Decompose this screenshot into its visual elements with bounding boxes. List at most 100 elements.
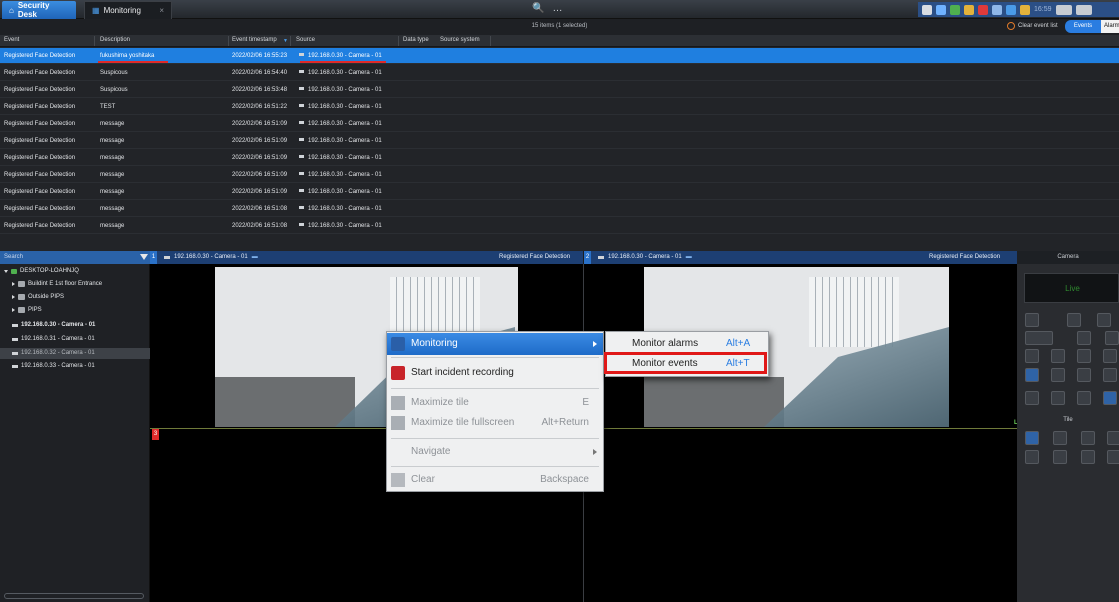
tile-home-button[interactable]	[1081, 450, 1095, 464]
close-tab-icon[interactable]: ×	[159, 6, 164, 15]
prev-button[interactable]	[1051, 368, 1065, 382]
column-source[interactable]: Source	[296, 37, 315, 43]
table-row[interactable]: Registered Face Detection message 2022/02/…	[0, 184, 1119, 200]
search-icon[interactable]: 🔍	[532, 3, 544, 14]
settings-icon[interactable]	[922, 4, 932, 15]
collapse-icon[interactable]	[12, 308, 15, 312]
menu-item-maximize-tile-fullscreen[interactable]: Maximize tile fullscreen Alt+Return	[387, 412, 603, 434]
tile-2-header[interactable]: 2 192.168.0.30 - Camera - 01 ▬ Registere…	[584, 251, 1017, 264]
table-row[interactable]: Registered Face Detection message 2022/02/…	[0, 116, 1119, 132]
sort-desc-icon: ▼	[283, 38, 288, 44]
table-row[interactable]: Registered Face Detection message 2022/02/…	[0, 133, 1119, 149]
tree-item-building-entrance[interactable]: Buildint E 1st floor Entrance	[12, 281, 102, 287]
alarm-icon[interactable]	[978, 4, 988, 15]
more-icon[interactable]: …	[552, 3, 562, 14]
description-cell: Suspicous	[100, 87, 128, 93]
table-row[interactable]: Registered Face Detection message 2022/02/…	[0, 150, 1119, 166]
column-description[interactable]: Description	[100, 37, 130, 43]
menu-item-navigate[interactable]: Navigate	[387, 441, 603, 463]
pause-button[interactable]	[1067, 313, 1081, 327]
table-row[interactable]: Registered Face Detection fukushima yoshi…	[0, 48, 1119, 64]
tree-item-camera-32[interactable]: 192.168.0.32 - Camera - 01	[12, 350, 95, 356]
layout-icon[interactable]	[1075, 4, 1092, 15]
tree-item-outside-pips[interactable]: Outside PIPS	[12, 294, 64, 300]
timestamp-cell: 2022/02/06 16:51:08	[232, 206, 288, 212]
column-source-system[interactable]: Source system	[440, 37, 480, 43]
tile-refresh-button[interactable]	[1107, 450, 1119, 464]
collapse-icon[interactable]	[12, 282, 15, 286]
snapshot-button[interactable]	[1025, 349, 1039, 363]
tile-single-button[interactable]	[1053, 431, 1067, 445]
menu-separator	[391, 466, 599, 467]
events-toggle[interactable]: Events	[1065, 20, 1101, 33]
tile-camera-button[interactable]	[1081, 431, 1095, 445]
column-divider[interactable]	[228, 36, 229, 46]
source-cell: 192.168.0.30 - Camera - 01	[308, 87, 382, 93]
column-timestamp[interactable]: Event timestamp	[232, 37, 277, 43]
forward-button[interactable]	[1097, 313, 1111, 327]
column-divider[interactable]	[398, 36, 399, 46]
collapse-icon[interactable]	[12, 295, 15, 299]
zoom-button[interactable]	[1051, 349, 1065, 363]
window-icon[interactable]	[1055, 4, 1072, 15]
camera-icon	[12, 364, 18, 368]
menu-item-maximize-tile[interactable]: Maximize tile E	[387, 392, 603, 414]
mute-button[interactable]	[1051, 391, 1065, 405]
menu-item-shortcut: Backspace	[540, 474, 589, 485]
tile-1-header[interactable]: 1 192.168.0.30 - Camera - 01 ▬ Registere…	[150, 251, 583, 264]
sidebar-scrollbar[interactable]	[4, 593, 144, 599]
tile-next-button[interactable]	[1053, 450, 1067, 464]
record-button[interactable]	[1025, 331, 1053, 345]
column-event[interactable]: Event	[4, 37, 19, 43]
filter-icon[interactable]	[140, 254, 148, 260]
tab-security-desk[interactable]: ⌂ Security Desk	[2, 1, 76, 19]
options-button[interactable]	[1103, 349, 1117, 363]
alarms-toggle[interactable]: Alarm	[1101, 20, 1119, 33]
source-cell: 192.168.0.30 - Camera - 01	[308, 206, 382, 212]
tree-item-camera-30[interactable]: 192.168.0.30 - Camera - 01	[12, 322, 95, 328]
clear-event-list-button[interactable]: Clear event list	[1007, 22, 1058, 30]
battery-icon	[1020, 4, 1030, 15]
menu-item-start-incident-recording[interactable]: Start incident recording	[387, 362, 603, 384]
speaker-icon[interactable]	[992, 4, 1002, 15]
table-row[interactable]: Registered Face Detection message 2022/02/…	[0, 218, 1119, 234]
next-button[interactable]	[1103, 368, 1117, 382]
menu-item-clear[interactable]: Clear Backspace	[387, 469, 603, 491]
column-divider[interactable]	[490, 36, 491, 46]
column-divider[interactable]	[290, 36, 291, 46]
column-data-type[interactable]: Data type	[403, 37, 429, 43]
table-row[interactable]: Registered Face Detection TEST 2022/02/06 …	[0, 99, 1119, 115]
download-icon[interactable]	[936, 4, 946, 15]
menu-item-monitoring[interactable]: Monitoring	[387, 333, 603, 355]
rewind-button[interactable]	[1025, 313, 1039, 327]
search-input[interactable]: Search	[0, 251, 150, 264]
tab-monitoring[interactable]: ▦ Monitoring ×	[84, 1, 172, 19]
tree-item-camera-33[interactable]: 192.168.0.33 - Camera - 01	[12, 363, 95, 369]
expand-icon[interactable]	[4, 269, 8, 273]
tile-more-button[interactable]	[1107, 431, 1119, 445]
table-row[interactable]: Registered Face Detection message 2022/02/…	[0, 167, 1119, 183]
globe-icon[interactable]	[1006, 4, 1016, 15]
alarm-button[interactable]	[1025, 391, 1039, 405]
target-button[interactable]	[1077, 368, 1091, 382]
tree-item-camera-31[interactable]: 192.168.0.31 - Camera - 01	[12, 336, 95, 342]
sync-button[interactable]	[1105, 331, 1119, 345]
mark-button[interactable]	[1077, 391, 1091, 405]
tile-grid-button[interactable]	[1025, 431, 1039, 445]
table-row[interactable]: Registered Face Detection Suspicous 2022/0…	[0, 82, 1119, 98]
network-icon[interactable]	[950, 4, 960, 15]
menu-item-label: Maximize tile fullscreen	[411, 417, 515, 428]
tile-prev-button[interactable]	[1025, 450, 1039, 464]
submenu-item-monitor-alarms[interactable]: Monitor alarms Alt+A	[606, 334, 768, 354]
table-row[interactable]: Registered Face Detection Suspicous 2022/0…	[0, 65, 1119, 81]
hash-button[interactable]	[1077, 349, 1091, 363]
fit-button[interactable]	[1025, 368, 1039, 382]
info-button[interactable]	[1103, 391, 1117, 405]
table-row[interactable]: Registered Face Detection message 2022/02/…	[0, 201, 1119, 217]
tree-item-pips[interactable]: PIPS	[12, 307, 42, 313]
speaker-button[interactable]	[1077, 331, 1091, 345]
volume-icon[interactable]	[964, 4, 974, 15]
tree-item-desktop[interactable]: DESKTOP-LOAHNJQ	[4, 268, 79, 274]
menu-separator	[391, 357, 599, 358]
column-divider[interactable]	[94, 36, 95, 46]
